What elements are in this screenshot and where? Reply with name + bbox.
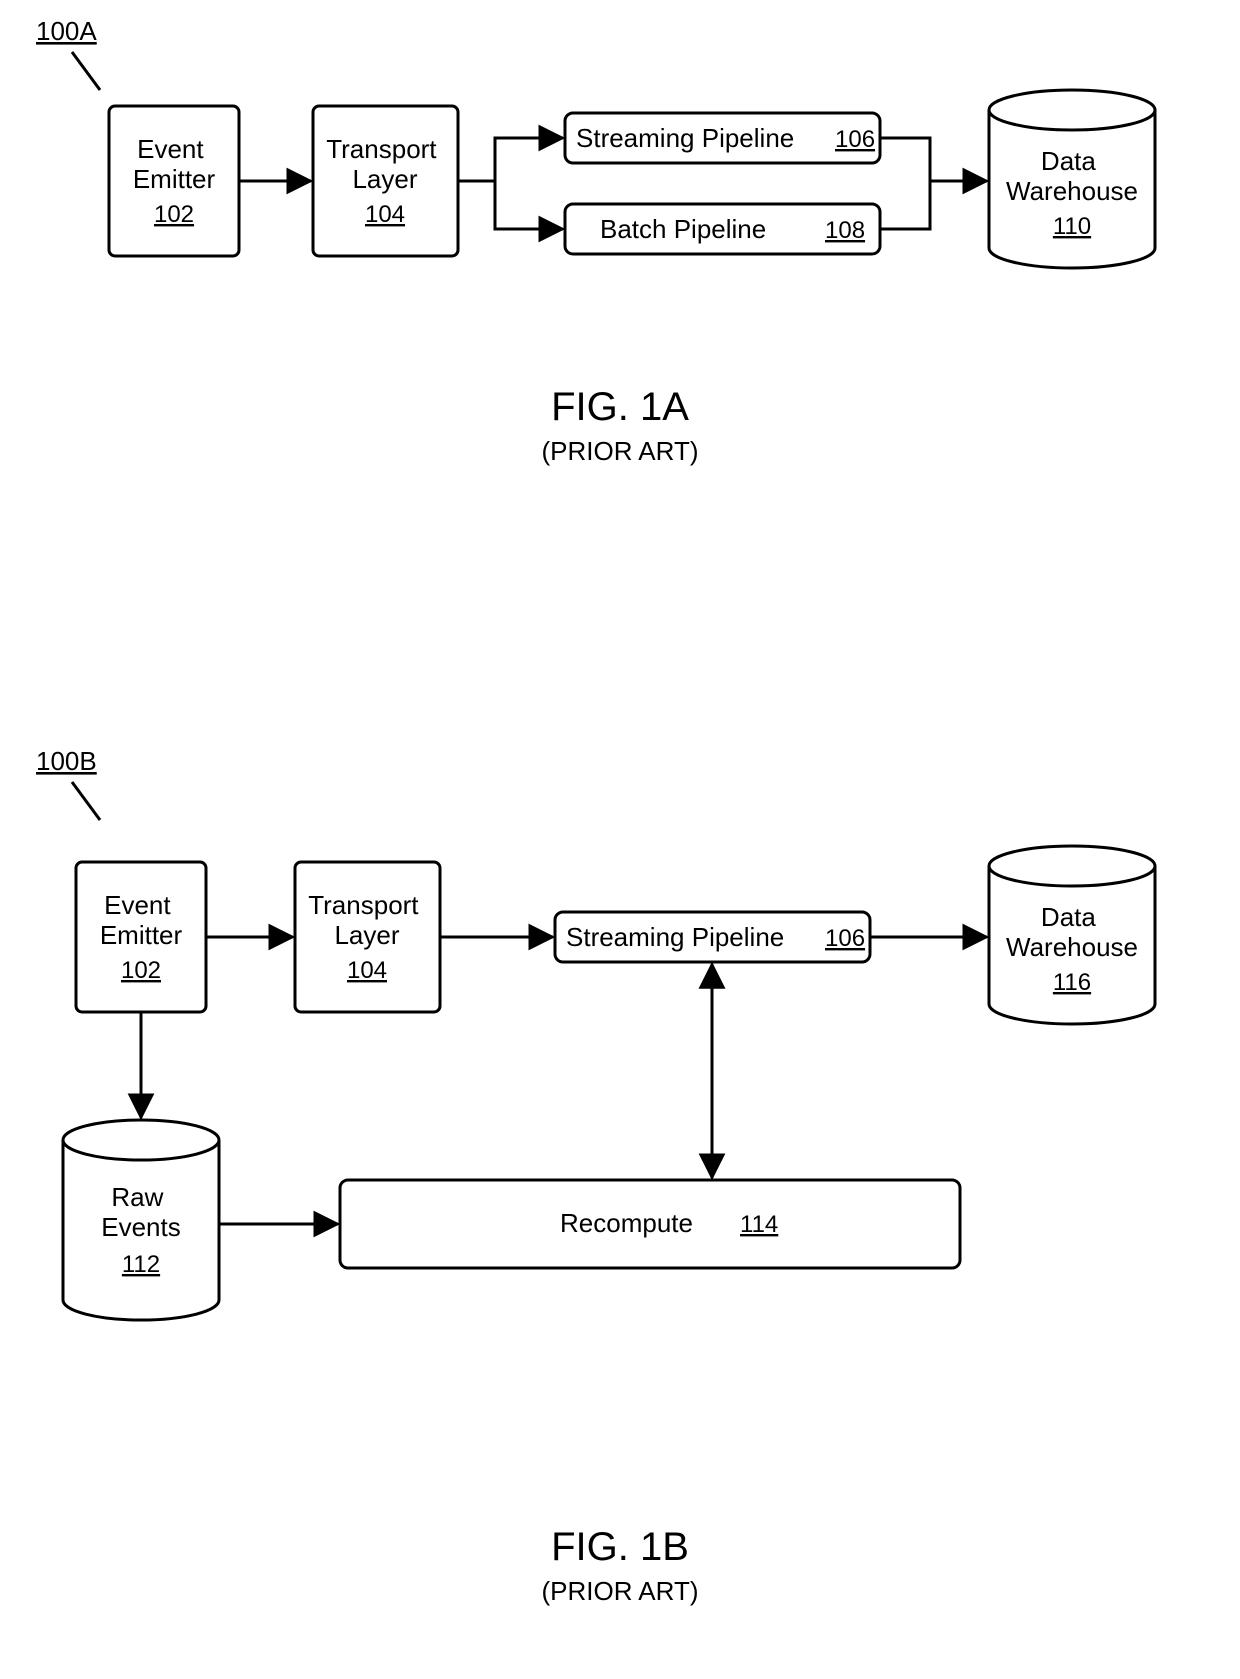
node-warehouse-a: Data Warehouse 110 [989, 90, 1155, 268]
transport-b-num: 104 [347, 957, 387, 984]
svg-text:Transport Layer: Transport Layer [308, 890, 426, 950]
arrow-transport-to-streaming-a [458, 138, 563, 181]
node-recompute: Recompute 114 [340, 1180, 960, 1268]
transport-b-label-l2: Layer [334, 920, 399, 950]
figure-b-ref-tick [72, 782, 100, 820]
node-event-emitter-a: Event Emitter 102 [109, 106, 239, 256]
node-transport-b: Transport Layer 104 [295, 862, 440, 1012]
raw-events-num: 112 [122, 1251, 160, 1278]
raw-events-label-l1: Raw [111, 1182, 163, 1212]
node-warehouse-b: Data Warehouse 116 [989, 846, 1155, 1024]
recompute-label: Recompute [560, 1208, 693, 1238]
arrow-transport-to-batch-a [458, 181, 563, 229]
node-streaming-b: Streaming Pipeline 106 [555, 912, 870, 962]
raw-events-label-l2: Events [101, 1212, 181, 1242]
figure-a-subcaption: (PRIOR ART) [542, 436, 699, 466]
node-batch-a: Batch Pipeline 108 [565, 204, 880, 254]
svg-text:Transport Layer: Transport Layer [326, 134, 444, 194]
svg-text:Event Emitter: Event Emitter [100, 890, 183, 950]
warehouse-a-num: 110 [1053, 213, 1091, 240]
warehouse-a-label-l1: Data [1041, 146, 1096, 176]
transport-b-label-l1: Transport [308, 890, 419, 920]
figure-b-ref: 100B [36, 746, 97, 776]
batch-a-label: Batch Pipeline [600, 214, 766, 244]
figure-a-ref-tick [72, 52, 100, 90]
recompute-num: 114 [740, 1211, 778, 1238]
figure-b-subcaption: (PRIOR ART) [542, 1576, 699, 1606]
figure-a-ref: 100A [36, 16, 97, 46]
event-emitter-a-label-l1: Event [137, 134, 204, 164]
svg-text:Raw Events: Raw Events [101, 1182, 181, 1242]
streaming-b-label: Streaming Pipeline [566, 922, 784, 952]
figure-a: 100A Event Emitter 102 Transport Layer 1… [36, 16, 1155, 466]
transport-a-label-l2: Layer [352, 164, 417, 194]
batch-a-num: 108 [825, 217, 865, 244]
streaming-a-num: 106 [835, 126, 875, 153]
arrow-streaming-to-warehouse-a [880, 138, 987, 181]
figure-a-caption: FIG. 1A [551, 385, 689, 429]
event-emitter-a-label-l2: Emitter [133, 164, 216, 194]
streaming-b-num: 106 [825, 925, 865, 952]
arrow-batch-to-warehouse-a [880, 181, 930, 229]
node-streaming-a: Streaming Pipeline 106 [565, 113, 880, 163]
event-emitter-b-num: 102 [121, 957, 161, 984]
svg-text:Data Warehouse: Data Warehouse [1006, 902, 1138, 962]
event-emitter-b-label-l1: Event [104, 890, 171, 920]
diagram-canvas: 100A Event Emitter 102 Transport Layer 1… [0, 0, 1240, 1679]
svg-text:Data Warehouse: Data Warehouse [1006, 146, 1138, 206]
warehouse-b-num: 116 [1053, 969, 1091, 996]
transport-a-label-l1: Transport [326, 134, 437, 164]
svg-text:Event Emitter: Event Emitter [133, 134, 216, 194]
node-transport-a: Transport Layer 104 [313, 106, 458, 256]
event-emitter-a-num: 102 [154, 201, 194, 228]
figure-b-caption: FIG. 1B [551, 1525, 689, 1569]
node-raw-events: Raw Events 112 [63, 1120, 219, 1320]
event-emitter-b-label-l2: Emitter [100, 920, 183, 950]
figure-b: 100B Event Emitter 102 Transport Layer 1… [36, 746, 1155, 1606]
warehouse-b-label-l1: Data [1041, 902, 1096, 932]
warehouse-a-label-l2: Warehouse [1006, 176, 1138, 206]
warehouse-b-label-l2: Warehouse [1006, 932, 1138, 962]
transport-a-num: 104 [365, 201, 405, 228]
streaming-a-label: Streaming Pipeline [576, 123, 794, 153]
node-event-emitter-b: Event Emitter 102 [76, 862, 206, 1012]
